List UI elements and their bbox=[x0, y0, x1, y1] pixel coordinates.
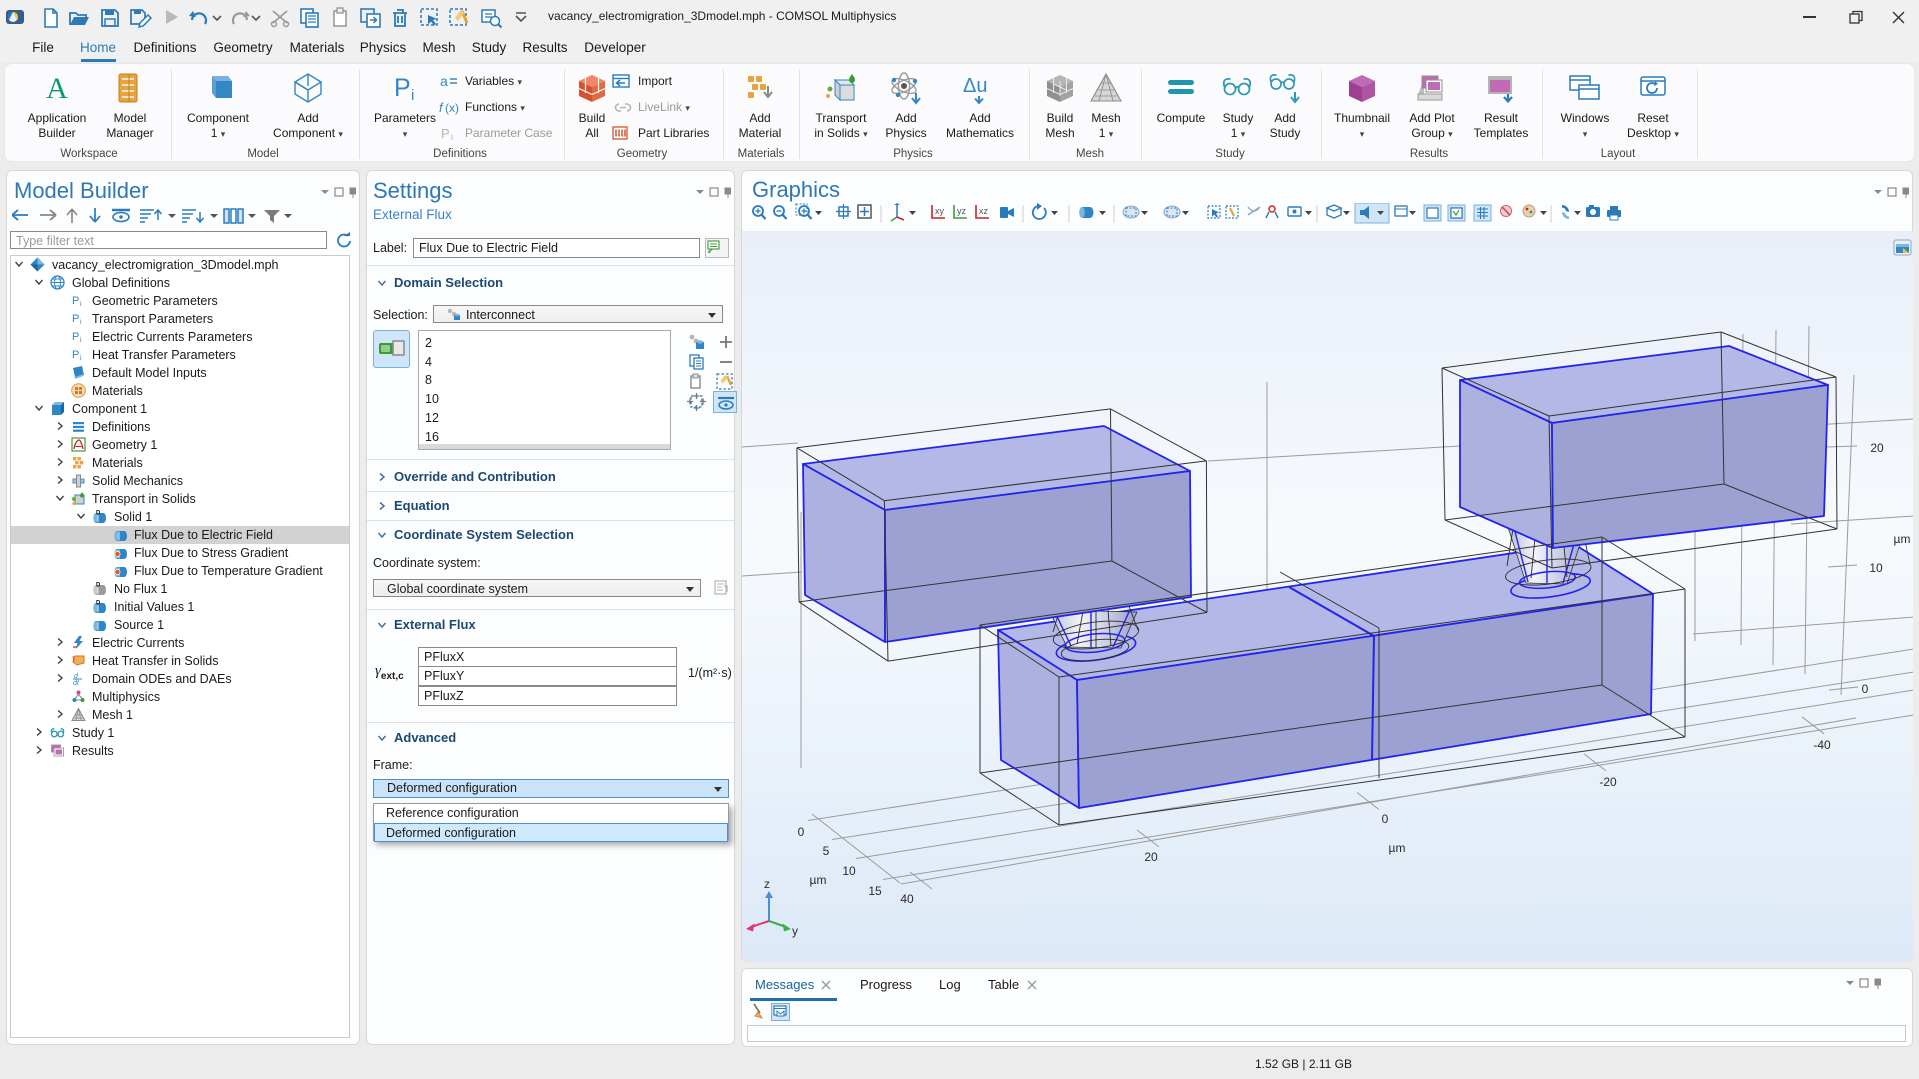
svg-text:D: D bbox=[96, 601, 101, 607]
svg-text:µm: µm bbox=[810, 873, 827, 887]
svg-text:P: P bbox=[441, 126, 450, 141]
svg-text:P: P bbox=[72, 331, 79, 343]
svg-text:P: P bbox=[72, 349, 79, 361]
svg-text:10: 10 bbox=[842, 864, 856, 878]
svg-text:0: 0 bbox=[798, 825, 805, 839]
svg-text:0: 0 bbox=[1382, 812, 1389, 826]
svg-text:10: 10 bbox=[1869, 561, 1883, 575]
svg-text:z: z bbox=[764, 877, 770, 891]
svg-text:-20: -20 bbox=[1599, 775, 1617, 789]
svg-text:yz: yz bbox=[957, 206, 967, 216]
svg-text:(x): (x) bbox=[445, 101, 459, 115]
svg-text:5: 5 bbox=[823, 844, 830, 858]
svg-text:15: 15 bbox=[868, 884, 882, 898]
svg-text:D: D bbox=[96, 583, 101, 589]
svg-text:f: f bbox=[439, 100, 444, 115]
svg-text:y: y bbox=[792, 924, 798, 938]
svg-text:a: a bbox=[440, 73, 448, 89]
svg-text:D: D bbox=[96, 511, 101, 517]
svg-text:i: i bbox=[80, 319, 82, 326]
svg-text:i: i bbox=[80, 355, 82, 362]
svg-text:µm: µm bbox=[1894, 532, 1911, 546]
svg-text:i: i bbox=[451, 132, 453, 141]
svg-text:P: P bbox=[72, 295, 79, 307]
svg-text:xy: xy bbox=[935, 206, 945, 216]
svg-text:dt: dt bbox=[73, 680, 80, 686]
svg-text:40: 40 bbox=[900, 892, 914, 906]
svg-text:Δu: Δu bbox=[963, 75, 987, 97]
svg-text:xz: xz bbox=[979, 206, 989, 216]
svg-text:20: 20 bbox=[1870, 441, 1884, 455]
svg-text:0: 0 bbox=[1862, 682, 1869, 696]
svg-text:20: 20 bbox=[1144, 850, 1158, 864]
svg-text:i: i bbox=[80, 301, 82, 308]
svg-text:P: P bbox=[72, 313, 79, 325]
svg-text:i: i bbox=[411, 87, 414, 104]
svg-text:P: P bbox=[394, 74, 411, 102]
svg-text:µm: µm bbox=[1389, 841, 1406, 855]
svg-text:-40: -40 bbox=[1813, 738, 1831, 752]
svg-text:i: i bbox=[80, 337, 82, 344]
svg-text:A: A bbox=[46, 72, 68, 104]
